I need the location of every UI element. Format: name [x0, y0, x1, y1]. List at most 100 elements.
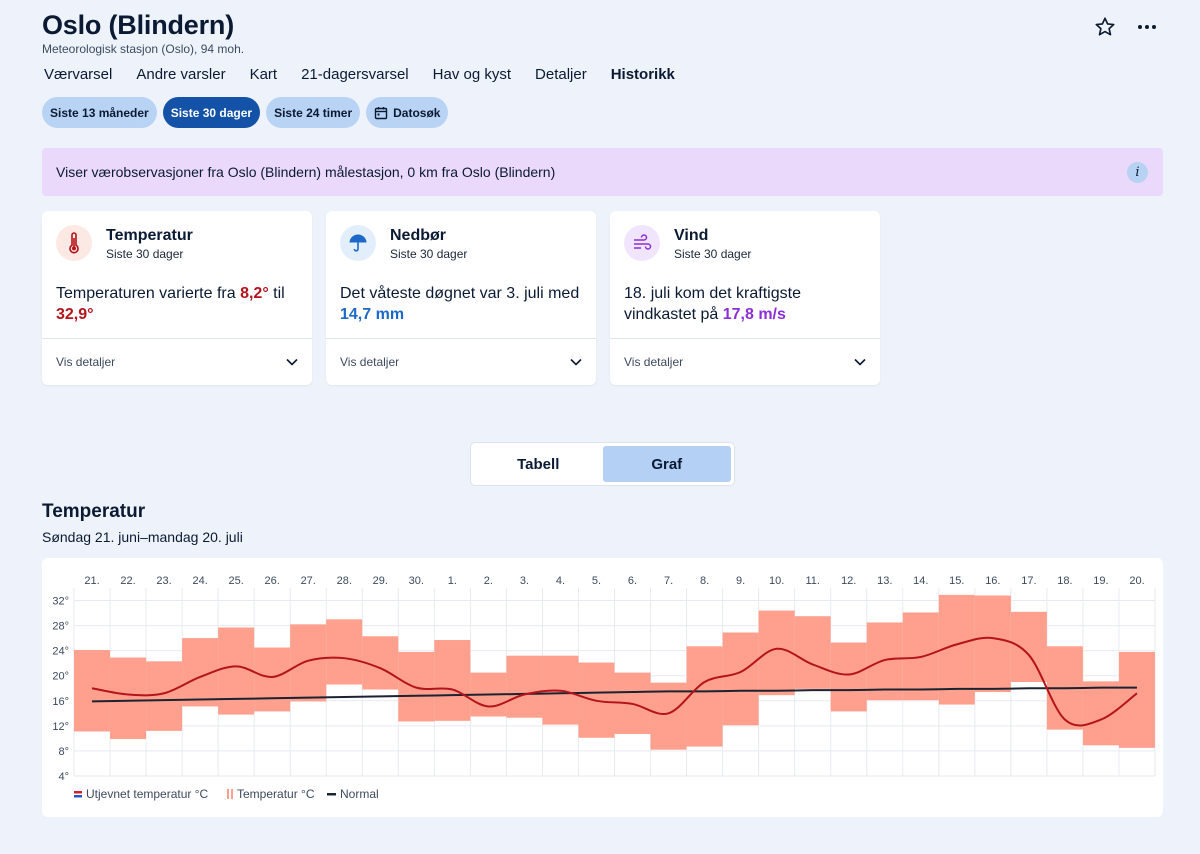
max-temperature-value: 32,9°: [56, 306, 94, 323]
temperature-range-bar: [110, 657, 147, 740]
summary-text: Temperaturen varierte fra: [56, 285, 241, 302]
x-tick-label: 22.: [120, 575, 135, 587]
summary-text: til: [268, 285, 285, 302]
card-summary: 18. juli kom det kraftigste vindkastet p…: [624, 283, 869, 325]
chevron-down-icon: [854, 358, 866, 366]
x-tick-label: 14.: [913, 575, 928, 587]
temperature-range-bar: [794, 616, 831, 689]
x-tick-label: 29.: [373, 575, 388, 587]
thermometer-icon: [56, 225, 92, 261]
station-subtitle: Meteorologisk stasjon (Oslo), 94 moh.: [42, 42, 245, 56]
x-tick-label: 27.: [301, 575, 316, 587]
summary-text: Det våteste døgnet var 3. juli med: [340, 285, 580, 302]
y-tick-label: 12°: [52, 721, 69, 733]
card-subtitle: Siste 30 dager: [674, 247, 752, 261]
x-tick-label: 28.: [337, 575, 352, 587]
legend-label-normal: Normal: [340, 787, 379, 801]
x-tick-label: 26.: [265, 575, 280, 587]
y-tick-label: 32°: [52, 596, 69, 608]
more-icon[interactable]: [1134, 14, 1160, 40]
y-tick-label: 20°: [52, 671, 69, 683]
legend-swatch-smoothed: [74, 791, 82, 794]
card-subtitle: Siste 30 dager: [106, 247, 184, 261]
main-nav: Værvarsel Andre varsler Kart 21-dagersva…: [44, 66, 675, 83]
temperature-range-bar: [758, 610, 795, 696]
show-details-label: Vis detaljer: [340, 355, 400, 369]
show-details-label: Vis detaljer: [624, 355, 684, 369]
period-24-hours-button[interactable]: Siste 24 timer: [266, 97, 361, 128]
nav-item-kart[interactable]: Kart: [250, 66, 278, 83]
x-tick-label: 10.: [769, 575, 784, 587]
nav-item-detaljer[interactable]: Detaljer: [535, 66, 587, 83]
temperature-card: Temperatur Siste 30 dager Temperaturen v…: [42, 211, 312, 385]
legend-swatch-smoothed: [74, 795, 82, 798]
date-search-label: Datosøk: [393, 105, 441, 120]
table-view-button[interactable]: Tabell: [474, 446, 603, 482]
x-tick-label: 2.: [484, 575, 493, 587]
x-tick-label: 12.: [841, 575, 856, 587]
chart-title: Temperatur: [42, 501, 146, 522]
nav-item-hav-og-kyst[interactable]: Hav og kyst: [433, 66, 511, 83]
legend-label-smoothed: Utjevnet temperatur °C: [86, 787, 209, 801]
nav-item-vaervarsel[interactable]: Værvarsel: [44, 66, 112, 83]
x-tick-label: 3.: [520, 575, 529, 587]
x-tick-label: 18.: [1057, 575, 1072, 587]
temperature-range-bar: [434, 640, 471, 721]
card-title: Vind: [674, 227, 709, 244]
x-tick-label: 21.: [84, 575, 99, 587]
x-tick-label: 6.: [628, 575, 637, 587]
x-tick-label: 24.: [192, 575, 207, 587]
x-tick-label: 4.: [556, 575, 565, 587]
y-tick-label: 28°: [52, 621, 69, 633]
nav-item-21-dagersvarsel[interactable]: 21-dagersvarsel: [301, 66, 409, 83]
x-tick-label: 7.: [664, 575, 673, 587]
umbrella-icon: [340, 225, 376, 261]
temperature-range-bar: [506, 655, 543, 718]
y-tick-label: 4°: [58, 771, 69, 783]
legend-swatch-normal: [327, 793, 336, 796]
chart-date-range: Søndag 21. juni–mandag 20. juli: [42, 529, 243, 545]
x-tick-label: 11.: [805, 575, 819, 587]
period-30-days-button[interactable]: Siste 30 dager: [162, 97, 261, 128]
temperature-range-bar: [218, 627, 255, 715]
page-header: Oslo (Blindern) Meteorologisk stasjon (O…: [42, 10, 244, 56]
card-summary: Det våteste døgnet var 3. juli med 14,7 …: [340, 283, 585, 325]
calendar-icon: [374, 106, 388, 119]
page-title: Oslo (Blindern): [42, 10, 234, 40]
temperature-range-bar: [254, 647, 291, 712]
info-icon[interactable]: i: [1127, 162, 1148, 183]
x-tick-label: 1.: [448, 575, 457, 587]
top-actions: [1092, 14, 1160, 40]
temperature-chart: 32° 28° 24° 20° 16° 12° 8° 4° 21. 22. 23. 24. 25. 26.…: [42, 558, 1163, 817]
legend-swatch-range: [227, 789, 229, 799]
temperature-range-bar: [722, 632, 759, 726]
nav-item-historikk[interactable]: Historikk: [611, 66, 675, 83]
show-details-button[interactable]: Vis detaljer: [610, 338, 880, 385]
star-icon[interactable]: [1092, 14, 1118, 40]
x-tick-label: 13.: [877, 575, 892, 587]
show-details-button[interactable]: Vis detaljer: [326, 338, 596, 385]
legend-label-range: Temperatur °C: [237, 787, 315, 801]
x-tick-label: 23.: [156, 575, 171, 587]
precipitation-value: 14,7 mm: [340, 306, 405, 323]
wind-card: Vind Siste 30 dager 18. juli kom det kra…: [610, 211, 880, 385]
x-tick-label: 16.: [985, 575, 1000, 587]
y-tick-label: 24°: [52, 646, 69, 658]
card-title: Nedbør: [390, 227, 446, 244]
y-tick-label: 8°: [58, 746, 69, 758]
period-selector: Siste 13 måneder Siste 30 dager Siste 24…: [42, 97, 449, 128]
period-13-months-button[interactable]: Siste 13 måneder: [42, 97, 157, 128]
temperature-range-bar: [686, 646, 723, 747]
temperature-range-bar: [974, 595, 1011, 693]
graph-view-button[interactable]: Graf: [602, 446, 731, 482]
info-text: Viser værobservasjoner fra Oslo (Blinder…: [56, 164, 556, 180]
legend-swatch-range: [231, 789, 233, 799]
info-banner: Viser værobservasjoner fra Oslo (Blinder…: [42, 148, 1163, 196]
nav-item-andre-varsler[interactable]: Andre varsler: [136, 66, 225, 83]
wind-icon: [624, 225, 660, 261]
min-temperature-value: 8,2°: [240, 285, 269, 302]
y-tick-label: 16°: [52, 696, 69, 708]
chart-header: Temperatur Søndag 21. juni–mandag 20. ju…: [42, 501, 243, 545]
date-search-button[interactable]: Datosøk: [366, 97, 449, 128]
show-details-button[interactable]: Vis detaljer: [42, 338, 312, 385]
